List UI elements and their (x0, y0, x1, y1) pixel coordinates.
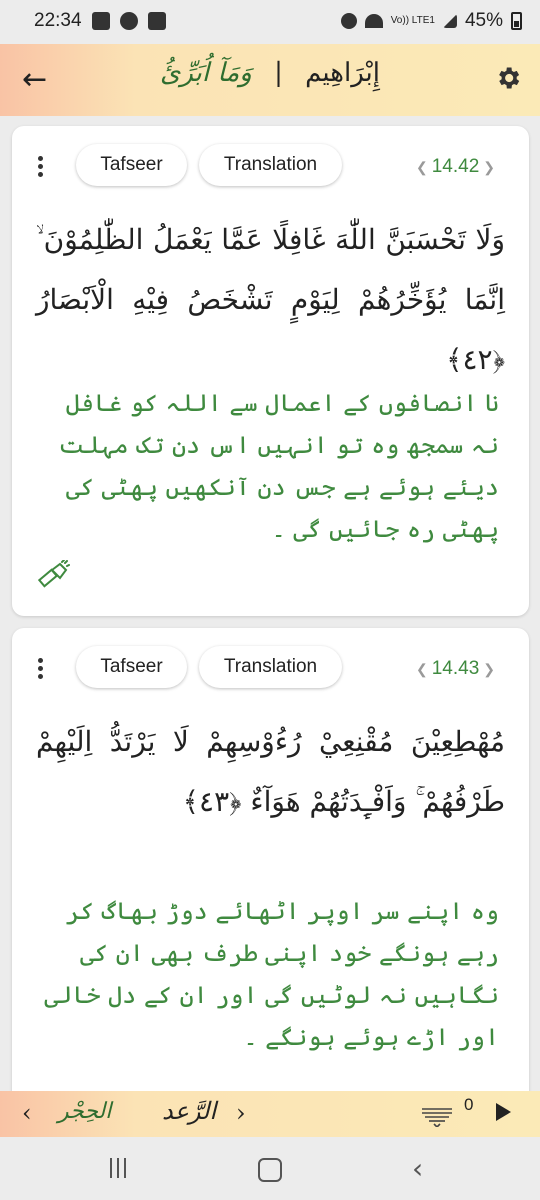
para-name: وَمَآ اُبَرِّئُ (159, 58, 252, 88)
ornament-left-icon: ❮ (415, 159, 428, 175)
wifi-icon (364, 14, 383, 28)
tafseer-button[interactable]: Tafseer (76, 144, 187, 186)
more-vert-icon[interactable] (38, 156, 44, 180)
verse-reference: ❮ 14.43 ❯ (412, 658, 499, 680)
status-time: 22:34 (34, 10, 82, 31)
prev-surah-arrow-icon[interactable]: ‹ (22, 1099, 32, 1127)
next-surah-arrow-icon[interactable]: › (236, 1099, 246, 1127)
notification-icons (92, 12, 166, 30)
verse-number: 14.43 (431, 658, 480, 679)
more-vert-icon[interactable] (38, 658, 44, 682)
header-title: إِبْرَاهِيم | وَمَآ اُبَرِّئُ (0, 58, 540, 88)
signal-icon (442, 14, 457, 28)
battery-icon (511, 12, 522, 30)
verse-number: 14.42 (431, 156, 480, 177)
recent-apps-icon[interactable] (110, 1158, 130, 1180)
system-nav-bar: ‹ (0, 1140, 540, 1200)
status-right: Vo)) LTE1 45% (340, 10, 522, 32)
translation-button[interactable]: Translation (199, 646, 342, 688)
prev-surah-name[interactable]: الحِجْر (58, 1099, 111, 1124)
arabic-verse-text: مُهْطِعِيْنَ مُقْنِعِيْ رُءُوْسِهِمْ لَا… (36, 725, 505, 818)
settings-gear-icon[interactable] (494, 64, 522, 92)
urdu-translation-text: نا انصافوں کے اعمال سے اللہ کو غافل نہ س… (58, 389, 499, 543)
system-back-icon[interactable]: ‹ (412, 1152, 423, 1185)
accessibility-icon (120, 12, 138, 30)
playlist-count: 0 (464, 1095, 474, 1114)
alarm-icon (340, 13, 357, 29)
surah-navigation-bar: ‹ الحِجْر الرَّعد › 0 (0, 1091, 540, 1137)
arabic-verse-text: وَلَا تَحْسَبَنَّ اللّٰهَ غَافِلًا عَمَّ… (36, 223, 505, 376)
title-separator: | (274, 58, 283, 88)
ornament-right-icon: ❯ (483, 661, 495, 677)
translation-button[interactable]: Translation (199, 144, 342, 186)
flashlight-icon[interactable] (34, 560, 70, 596)
verse-card: Tafseer Translation ❮ 14.42 ❯ وَلَا تَحْسَ… (12, 126, 529, 616)
urdu-translation-text: وہ اپنے سر اوپر اٹھائے دوڑ بھاگ کر رہے ہ… (44, 897, 499, 1051)
battery-percent: 45% (464, 10, 503, 31)
home-icon[interactable] (258, 1158, 282, 1182)
surah-name: إِبْرَاهِيم (305, 58, 380, 88)
current-surah-name[interactable]: الرَّعد (162, 1097, 216, 1125)
gallery-icon (92, 12, 110, 30)
ornament-left-icon: ❮ (415, 661, 428, 677)
network-label: Vo)) LTE1 (390, 15, 435, 26)
app-header: ← إِبْرَاهِيم | وَمَآ اُبَرِّئُ (0, 44, 540, 116)
verse-reference: ❮ 14.42 ❯ (412, 156, 499, 178)
tafseer-button[interactable]: Tafseer (76, 646, 187, 688)
video-icon (148, 12, 166, 30)
verse-card: Tafseer Translation ❮ 14.43 ❯ مُهْطِعِيْنَ… (12, 628, 529, 1108)
play-icon[interactable] (496, 1103, 511, 1121)
status-bar: 22:34 Vo)) LTE1 45% (0, 0, 540, 44)
ornament-right-icon: ❯ (483, 159, 495, 175)
playlist-icon[interactable] (422, 1103, 452, 1127)
